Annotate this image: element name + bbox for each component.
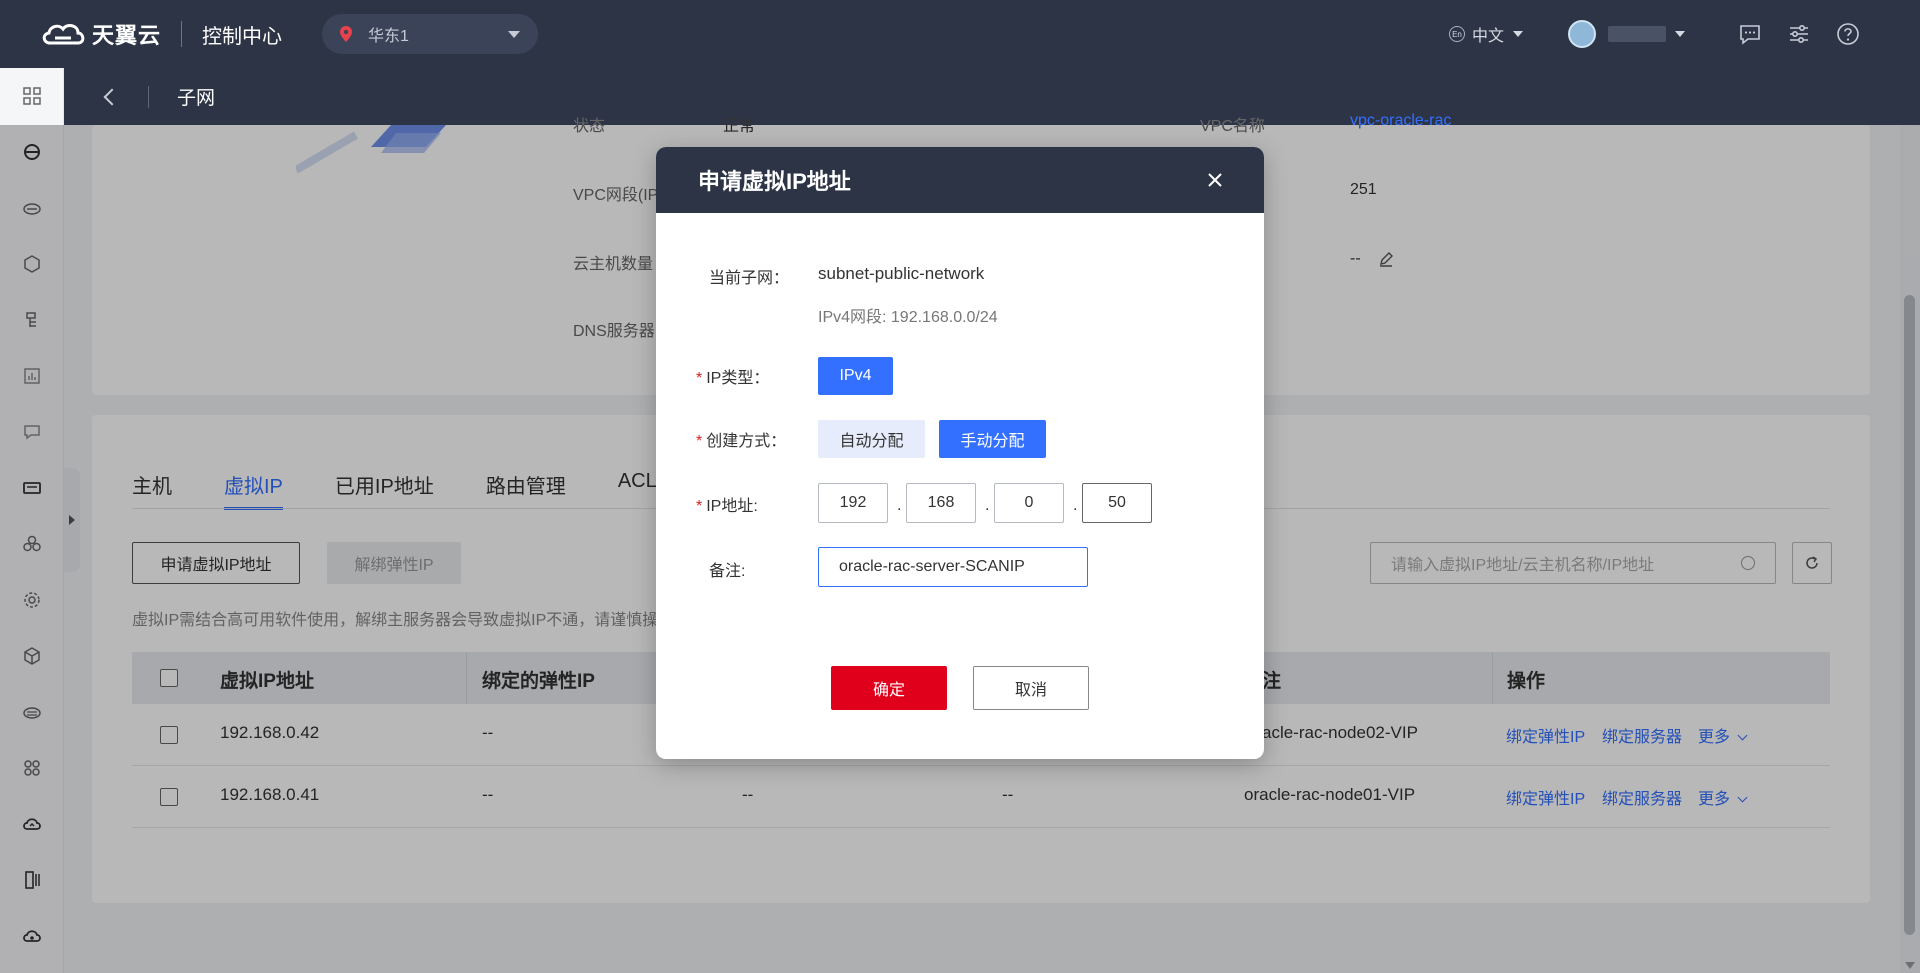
required-mark: * [696, 498, 703, 515]
cancel-button[interactable]: 取消 [973, 666, 1089, 710]
required-mark: * [696, 370, 703, 387]
dialog-header: 申请虚拟IP地址 [656, 147, 1264, 213]
ip-octet-2-input[interactable]: 168 [906, 483, 976, 523]
remark-label: 备注: [709, 563, 746, 580]
ip-dot: . [897, 497, 902, 514]
ip-type-label: * IP类型： [696, 370, 770, 387]
ip-octet-1-input[interactable]: 192 [818, 483, 888, 523]
ip-dot: . [1073, 497, 1078, 514]
required-mark: * [696, 433, 703, 450]
manual-assign-button[interactable]: 手动分配 [939, 420, 1046, 458]
auto-assign-button[interactable]: 自动分配 [818, 420, 925, 458]
confirm-button[interactable]: 确定 [831, 666, 947, 710]
ip-address-label: * IP地址: [696, 498, 758, 515]
dialog-title: 申请虚拟IP地址 [698, 169, 851, 194]
overlay-top [0, 0, 1920, 125]
ip-dot: . [985, 497, 990, 514]
create-mode-label: * 创建方式： [696, 433, 787, 450]
ip-octet-4-input[interactable]: 50 [1082, 483, 1152, 523]
ip-octet-3-input[interactable]: 0 [994, 483, 1064, 523]
subnet-value: subnet-public-network [818, 264, 985, 283]
close-icon[interactable] [1206, 171, 1224, 189]
subnet-cidr: IPv4网段: 192.168.0.0/24 [818, 309, 998, 326]
subnet-label: 当前子网： [709, 270, 790, 287]
ip-type-ipv4-button[interactable]: IPv4 [818, 357, 893, 395]
remark-input[interactable]: oracle-rac-server-SCANIP [818, 547, 1088, 587]
apply-vip-dialog: 申请虚拟IP地址 当前子网： subnet-public-network IPv… [656, 147, 1264, 759]
